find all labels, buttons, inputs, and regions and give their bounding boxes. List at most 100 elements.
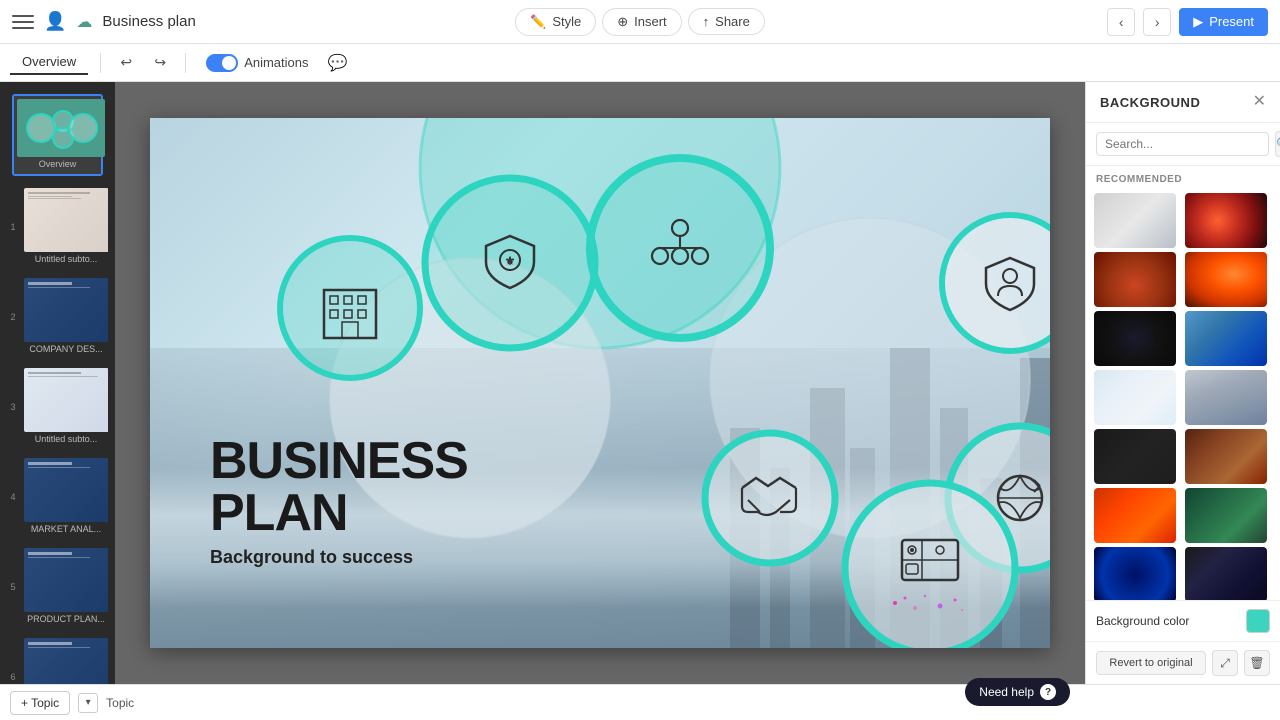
topic-label: Topic	[106, 696, 134, 710]
sidebar-overview-thumb[interactable]: Overview	[12, 94, 103, 176]
bottom-bar: + Topic ▾ Topic	[0, 684, 1280, 720]
slide-num-5: 5	[8, 582, 18, 592]
insert-button[interactable]: ⊕ Insert	[602, 8, 681, 36]
slide-thumb-img-3	[24, 368, 110, 432]
overview-svg	[21, 103, 101, 153]
sidebar-overview-wrapper: Overview	[0, 88, 115, 182]
bg-thumb-2[interactable]	[1185, 193, 1267, 248]
slide-row-5: 5 3 PRODUCT PLAN...	[0, 542, 115, 632]
nav-prev-button[interactable]: ‹	[1107, 8, 1135, 36]
redo-button[interactable]: ↪	[147, 50, 173, 76]
bg-thumb-6[interactable]	[1185, 311, 1267, 366]
revert-resize-icon[interactable]: ⤢	[1212, 650, 1238, 676]
present-icon: ▶	[1193, 14, 1203, 30]
undo-button[interactable]: ↩	[113, 50, 139, 76]
share-button[interactable]: ↑ Share	[688, 8, 765, 35]
slide-thumb-img-5	[24, 548, 110, 612]
revert-delete-icon[interactable]: 🗑	[1244, 650, 1270, 676]
sidebar-slide-5[interactable]: 3 PRODUCT PLAN...	[22, 546, 110, 628]
sidebar-slide-2[interactable]: 3 COMPANY DES...	[22, 276, 110, 358]
slide-text-block: BUSINESS PLAN Background to success	[210, 435, 468, 568]
search-icon-button[interactable]: 🔍	[1275, 131, 1280, 157]
animations-toggle[interactable]: Animations	[198, 51, 316, 75]
bg-thumb-13[interactable]	[1094, 547, 1176, 600]
overview-inner	[17, 99, 105, 157]
present-label: Present	[1209, 14, 1254, 29]
sidebar-slide-6[interactable]: 3 FINANCIAL...	[22, 636, 110, 684]
bg-color-label: Background color	[1096, 614, 1189, 628]
slide-subtitle: Background to success	[210, 547, 468, 568]
slide-label-1: Untitled subto...	[24, 252, 108, 266]
share-label: Share	[715, 14, 750, 29]
add-topic-button[interactable]: + Topic	[10, 691, 70, 715]
slide-thumb-img-4	[24, 458, 110, 522]
color-swatch[interactable]	[1246, 609, 1270, 633]
svg-text:⚜: ⚜	[505, 254, 516, 268]
background-grid	[1086, 189, 1280, 600]
style-button[interactable]: ✏️ Style	[515, 8, 596, 36]
add-topic-label: + Topic	[21, 696, 59, 710]
bg-thumb-4[interactable]	[1185, 252, 1267, 307]
menu-icon[interactable]	[12, 11, 34, 33]
bg-thumb-3[interactable]	[1094, 252, 1176, 307]
slide-thumb-img-1	[24, 188, 110, 252]
slide-label-2: COMPANY DES...	[24, 342, 108, 356]
share-icon: ↑	[703, 14, 710, 29]
insert-icon: ⊕	[617, 14, 628, 30]
bg-thumb-7[interactable]	[1094, 370, 1176, 425]
right-panel: BACKGROUND ✕ 🔍 ⬆ RECOMMENDED	[1085, 82, 1280, 684]
animations-toggle-circle	[206, 54, 238, 72]
panel-search-bar: 🔍 ⬆	[1086, 123, 1280, 166]
slide-row-3: 3 Untitled subto...	[0, 362, 115, 452]
panel-title: BACKGROUND	[1100, 95, 1200, 110]
slide-num-1: 1	[8, 222, 18, 232]
user-icon[interactable]: 👤	[44, 11, 66, 32]
topbar-left: 👤 ☁ Business plan	[12, 11, 503, 33]
slide-thumb-img-2	[24, 278, 110, 342]
sidebar-slide-1[interactable]: Untitled subto...	[22, 186, 110, 268]
slide-label-5: PRODUCT PLAN...	[24, 612, 108, 626]
toolbar-divider2	[185, 53, 186, 73]
topbar-right: ‹ › ▶ Present	[777, 8, 1268, 36]
slide-label-3: Untitled subto...	[24, 432, 108, 446]
bg-thumb-9[interactable]	[1094, 429, 1176, 484]
main-layout: Overview 1 Untitled subto... 2 3	[0, 82, 1280, 684]
toolbar-divider	[100, 53, 101, 73]
revert-section: Revert to original ⤢ 🗑	[1086, 641, 1280, 684]
slide-num-6: 6	[8, 672, 18, 682]
slide-row-2: 2 3 COMPANY DES...	[0, 272, 115, 362]
slide-title-2: PLAN	[210, 487, 468, 539]
bg-thumb-11[interactable]	[1094, 488, 1176, 543]
revert-button[interactable]: Revert to original	[1096, 651, 1206, 675]
slide-thumb-img-6	[24, 638, 110, 684]
sidebar-slide-4[interactable]: 2 MARKET ANAL...	[22, 456, 110, 538]
animations-label: Animations	[244, 55, 308, 70]
overview-label: Overview	[17, 157, 98, 171]
panel-header: BACKGROUND ✕	[1086, 82, 1280, 123]
bg-thumb-1[interactable]	[1094, 193, 1176, 248]
topic-chevron-button[interactable]: ▾	[78, 693, 98, 713]
bg-thumb-8[interactable]	[1185, 370, 1267, 425]
bg-thumb-14[interactable]	[1185, 547, 1267, 600]
comment-button[interactable]: 💬	[325, 50, 351, 76]
bg-thumb-10[interactable]	[1185, 429, 1267, 484]
slide-canvas[interactable]: ⚜	[150, 118, 1050, 648]
bg-thumb-12[interactable]	[1185, 488, 1267, 543]
toolbar: Overview ↩ ↪ Animations 💬	[0, 44, 1280, 82]
sidebar-slide-3[interactable]: Untitled subto...	[22, 366, 110, 448]
style-icon: ✏️	[530, 14, 546, 30]
help-button[interactable]: Need help ?	[965, 678, 1070, 684]
topbar-center: ✏️ Style ⊕ Insert ↑ Share	[515, 8, 765, 36]
bg-thumb-5[interactable]	[1094, 311, 1176, 366]
slide-title-1: BUSINESS	[210, 435, 468, 487]
sidebar: Overview 1 Untitled subto... 2 3	[0, 82, 115, 684]
slide-num-4: 4	[8, 492, 18, 502]
nav-next-button[interactable]: ›	[1143, 8, 1171, 36]
present-button[interactable]: ▶ Present	[1179, 8, 1268, 36]
insert-label: Insert	[634, 14, 667, 29]
search-input[interactable]	[1096, 132, 1269, 156]
panel-close-button[interactable]: ✕	[1253, 94, 1266, 110]
toolbar-tab-overview[interactable]: Overview	[10, 50, 88, 75]
cloud-icon: ☁	[76, 12, 92, 32]
canvas-area: ⚜	[115, 82, 1085, 684]
